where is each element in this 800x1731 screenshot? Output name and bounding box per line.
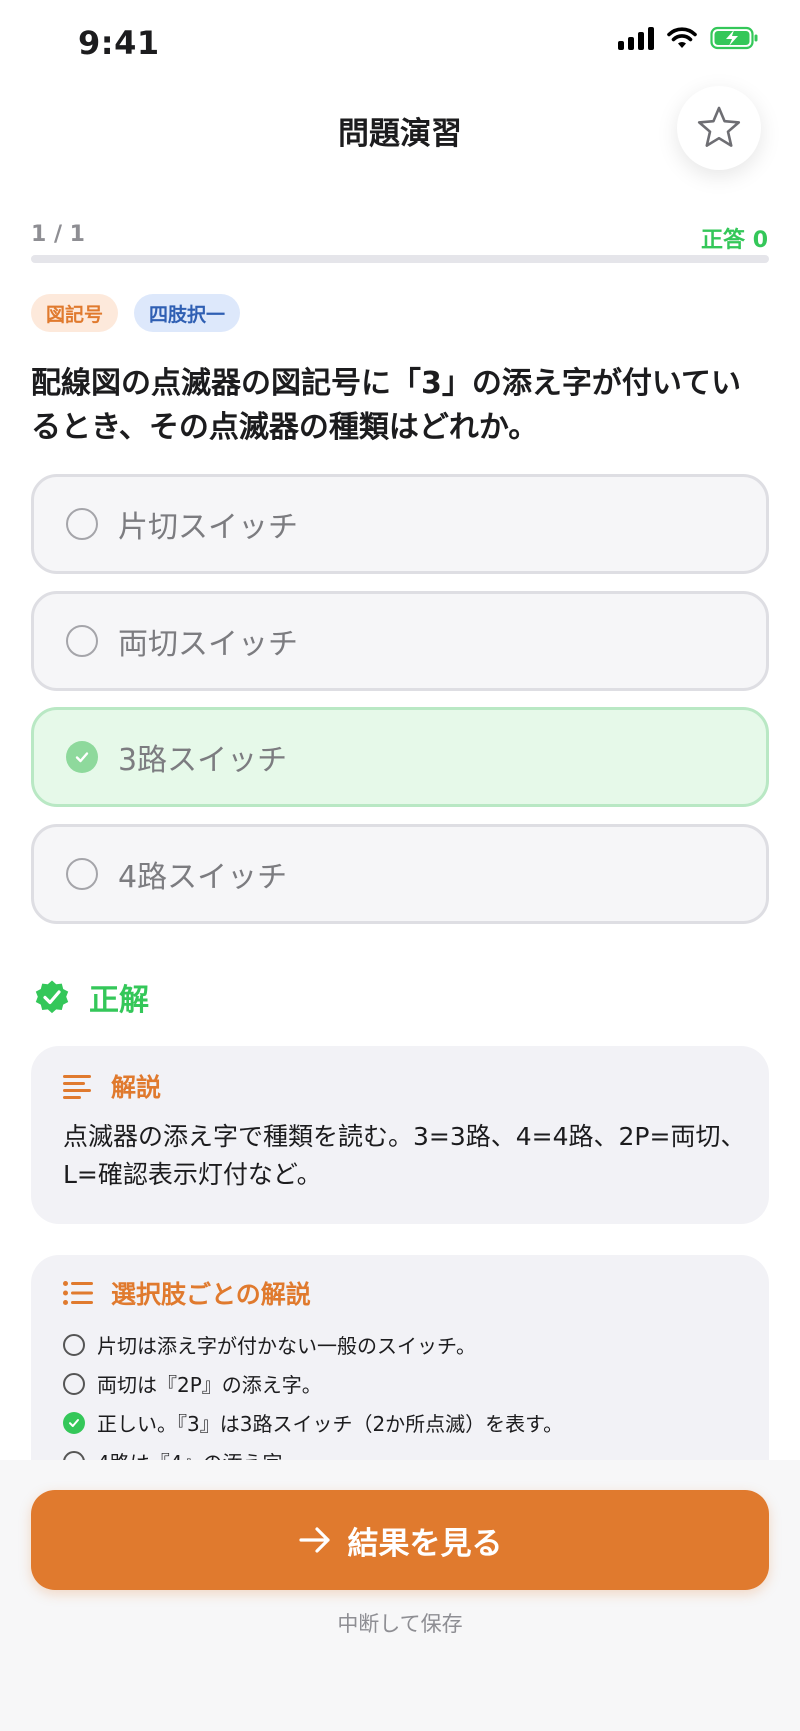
star-icon: [697, 106, 741, 147]
category-tag: 図記号: [31, 294, 119, 332]
choice-option-3[interactable]: 3路スイッチ: [31, 707, 769, 807]
question-type-tag: 四肢択一: [134, 294, 241, 332]
check-circle-icon: [66, 741, 98, 773]
view-results-button[interactable]: 結果を見る: [31, 1490, 769, 1590]
arrow-right-icon: [298, 1527, 330, 1553]
explanation-card: 解説 点滅器の添え字で種類を読む。3=3路、4=4路、2P=両切、L=確認表示灯…: [31, 1046, 769, 1224]
radio-icon: [66, 508, 98, 540]
choice-explanation-text: 正しい。『3』は3路スイッチ（2か所点滅）を表す。: [97, 1412, 564, 1436]
check-badge-icon: [35, 980, 69, 1014]
radio-icon: [63, 1333, 85, 1356]
status-icons: [618, 26, 760, 50]
choice-label: 片切スイッチ: [118, 510, 298, 545]
choice-explanation-text: 片切は添え字が付かない一般のスイッチ。: [97, 1334, 476, 1358]
choice-explanation-list: 片切は添え字が付かない一般のスイッチ。 両切は『2P』の添え字。 正しい。『3』…: [63, 1325, 753, 1481]
choice-explanations-card: 選択肢ごとの解説 片切は添え字が付かない一般のスイッチ。 両切は『2P』の添え字…: [31, 1255, 769, 1495]
choice-explanation-item: 両切は『2P』の添え字。: [63, 1364, 753, 1403]
list-icon: [63, 1281, 93, 1305]
radio-icon: [66, 625, 98, 657]
choice-explanation-item: 正しい。『3』は3路スイッチ（2か所点滅）を表す。: [63, 1403, 753, 1442]
result-indicator: 正解: [33, 975, 149, 1019]
progress-fill: [31, 255, 769, 263]
signal-icon: [618, 26, 654, 50]
radio-icon: [63, 1372, 85, 1395]
status-bar: 9:41: [0, 0, 800, 88]
choice-explanation-item: 片切は添え字が付かない一般のスイッチ。: [63, 1325, 753, 1364]
explanation-text: 点滅器の添え字で種類を読む。3=3路、4=4路、2P=両切、L=確認表示灯付など…: [63, 1122, 746, 1189]
question-tags: 図記号 四肢択一: [31, 294, 241, 332]
choice-option-4[interactable]: 4路スイッチ: [31, 824, 769, 924]
pause-and-save-link[interactable]: 中断して保存: [0, 1608, 800, 1638]
progress-count: 1 / 1: [31, 222, 85, 247]
choice-label: 両切スイッチ: [118, 627, 298, 662]
correct-count: 正答 0: [701, 228, 768, 253]
status-time: 9:41: [78, 24, 160, 62]
explanation-header: 解説: [63, 1068, 161, 1104]
explanation-title: 解説: [111, 1073, 162, 1102]
view-results-label: 結果を見る: [347, 1525, 503, 1562]
choice-explanations-header: 選択肢ごとの解説: [63, 1275, 311, 1311]
text-lines-icon: [63, 1075, 91, 1099]
choice-label: 4路スイッチ: [118, 860, 288, 895]
check-circle-icon: [63, 1411, 85, 1434]
question-text: 配線図の点滅器の図記号に「3」の添え字が付いているとき、その点滅器の種類はどれか…: [31, 366, 741, 445]
wifi-icon: [667, 27, 697, 48]
progress-bar: [31, 255, 769, 263]
choice-explanation-text: 両切は『2P』の添え字。: [97, 1373, 322, 1397]
bottom-action-bar: 結果を見る 中断して保存: [0, 1460, 800, 1731]
choice-label: 3路スイッチ: [118, 743, 288, 778]
choice-explanations-title: 選択肢ごとの解説: [111, 1280, 311, 1309]
radio-icon: [66, 858, 98, 890]
result-label: 正解: [89, 983, 149, 1018]
battery-charging-icon: [710, 26, 758, 50]
choice-option-2[interactable]: 両切スイッチ: [31, 591, 769, 691]
choice-option-1[interactable]: 片切スイッチ: [31, 474, 769, 574]
favorite-button[interactable]: [677, 86, 761, 170]
